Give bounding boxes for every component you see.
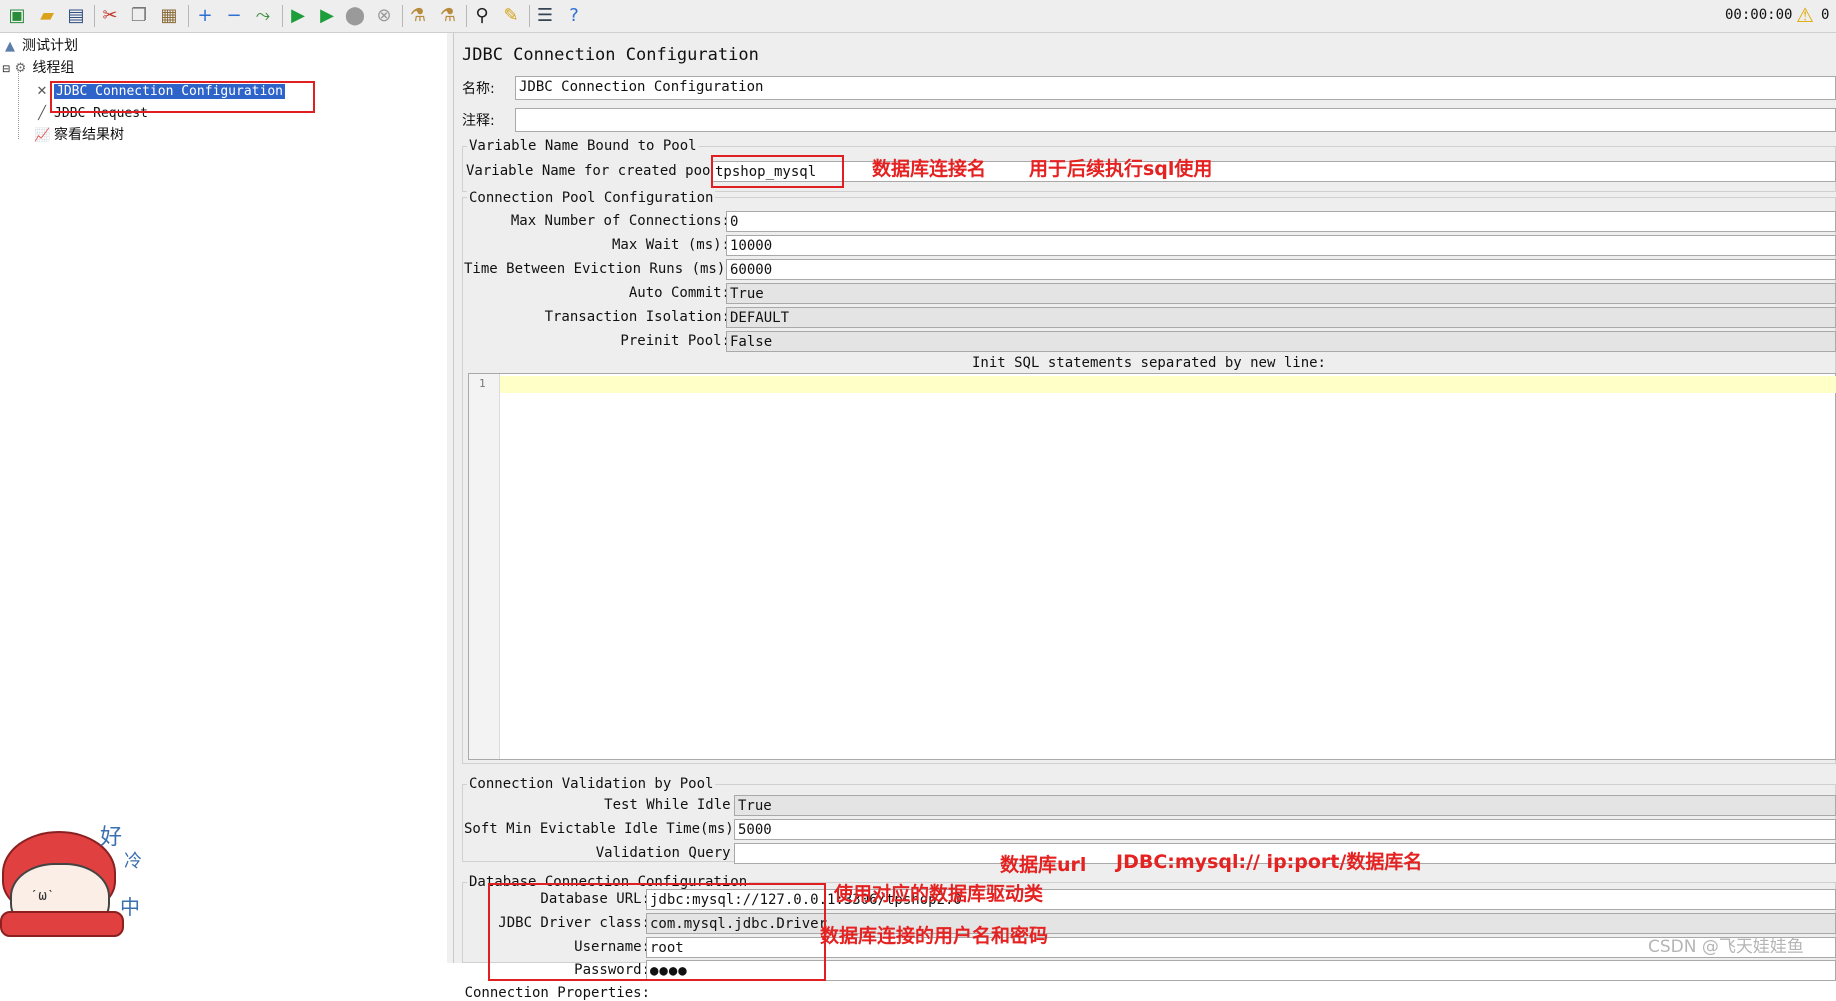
auto-commit-select[interactable]: True xyxy=(726,283,1836,304)
annotation-driver: 使用对应的数据库驱动类 xyxy=(834,883,1044,905)
comment-field[interactable] xyxy=(515,108,1836,132)
soft-min-idle-field[interactable]: 5000 xyxy=(734,819,1836,840)
config-element-icon: ✕ xyxy=(36,84,48,99)
connection-pool-title: Connection Pool Configuration xyxy=(467,190,716,206)
test-plan-icon: ▲ xyxy=(5,39,15,54)
annotation-url-format: JDBC:mysql:// ip:port/数据库名 xyxy=(1116,851,1423,873)
toolbar: ▣ ▰ ▤ ✂ ❐ ▦ + − ⤳ ▶ ▶ ⬤ ⊗ ⚗ ⚗ ⚲ ✎ ☰ ? 00… xyxy=(0,0,1836,33)
highlight-box-db xyxy=(488,883,826,981)
tree-node-thread-group[interactable]: ⊟ ⚙ 线程组 xyxy=(2,57,74,79)
transaction-isolation-label: Transaction Isolation: xyxy=(544,309,730,325)
function-helper-icon[interactable]: ☰ xyxy=(533,4,557,28)
init-sql-label: Init SQL statements separated by new lin… xyxy=(971,355,1326,371)
highlight-box-tree xyxy=(50,81,315,113)
name-label: 名称: xyxy=(462,81,495,97)
watermark: CSDN @飞天娃娃鱼 xyxy=(1648,937,1804,957)
validation-query-label: Validation Query: xyxy=(595,845,739,861)
validation-title: Connection Validation by Pool xyxy=(467,776,716,792)
paste-icon[interactable]: ▦ xyxy=(157,4,181,28)
connection-properties-label: Connection Properties: xyxy=(464,985,650,1001)
tree-node-test-plan[interactable]: ▲ 测试计划 xyxy=(2,35,78,57)
help-icon[interactable]: ? xyxy=(562,4,586,28)
config-panel: JDBC Connection Configuration 名称: JDBC C… xyxy=(454,33,1836,1001)
transaction-isolation-select[interactable]: DEFAULT xyxy=(726,307,1836,328)
gear-icon: ⚙ xyxy=(14,61,27,76)
comment-label: 注释: xyxy=(462,113,495,129)
copy-icon[interactable]: ❐ xyxy=(127,4,151,28)
shutdown-icon[interactable]: ⊗ xyxy=(372,4,396,28)
eviction-runs-field[interactable]: 60000 xyxy=(726,259,1836,280)
clear-all-icon[interactable]: ⚗ xyxy=(436,4,460,28)
collapse-toggle-icon[interactable]: ⊟ xyxy=(2,64,10,75)
search-icon[interactable]: ⚲ xyxy=(470,4,494,28)
highlight-box-pool xyxy=(711,155,844,188)
templates-icon[interactable]: ▣ xyxy=(5,4,29,28)
cut-icon[interactable]: ✂ xyxy=(98,4,122,28)
open-icon[interactable]: ▰ xyxy=(35,4,59,28)
annotation-db-url: 数据库url xyxy=(1000,854,1087,876)
max-wait-field[interactable]: 10000 xyxy=(726,235,1836,256)
name-field[interactable]: JDBC Connection Configuration xyxy=(515,76,1836,100)
current-line-highlight xyxy=(500,376,1836,393)
max-wait-label: Max Wait (ms): xyxy=(611,237,730,253)
test-while-idle-label: Test While Idle: xyxy=(604,797,739,813)
pane-splitter[interactable] xyxy=(447,33,454,963)
tree-node-results-tree[interactable]: 📈 察看结果树 xyxy=(34,124,124,146)
eviction-runs-label: Time Between Eviction Runs (ms): xyxy=(464,261,734,277)
init-sql-editor[interactable]: 1 xyxy=(468,373,1836,760)
line-number: 1 xyxy=(479,377,486,390)
max-connections-field[interactable]: 0 xyxy=(726,211,1836,232)
save-icon[interactable]: ▤ xyxy=(64,4,88,28)
reset-search-icon[interactable]: ✎ xyxy=(499,4,523,28)
collapse-icon[interactable]: − xyxy=(222,4,246,28)
pool-var-label: Variable Name for created pool xyxy=(466,163,719,179)
test-while-idle-select[interactable]: True xyxy=(734,795,1836,816)
preinit-pool-label: Preinit Pool: xyxy=(620,333,730,349)
max-connections-label: Max Number of Connections: xyxy=(510,213,730,229)
start-icon[interactable]: ▶ xyxy=(286,4,310,28)
warning-icon[interactable]: ⚠ xyxy=(1796,3,1814,27)
elapsed-timer: 00:00:00 xyxy=(1725,7,1793,23)
test-plan-tree: ▲ 测试计划 ⊟ ⚙ 线程组 ✕ JDBC Connection Configurati… xyxy=(0,33,448,963)
decorative-sticker: ˊωˋ 好 冷 中 xyxy=(0,793,160,963)
preinit-pool-select[interactable]: False xyxy=(726,331,1836,352)
auto-commit-label: Auto Commit: xyxy=(628,285,730,301)
soft-min-idle-label: Soft Min Evictable Idle Time(ms): xyxy=(464,821,743,837)
listener-icon: 📈 xyxy=(34,128,51,143)
toggle-icon[interactable]: ⤳ xyxy=(251,4,275,28)
clear-icon[interactable]: ⚗ xyxy=(406,4,430,28)
annotation-pool-name: 数据库连接名 xyxy=(872,158,987,180)
annotation-credentials: 数据库连接的用户名和密码 xyxy=(820,925,1049,947)
start-no-pauses-icon[interactable]: ▶ xyxy=(315,4,339,28)
annotation-pool-usage: 用于后续执行sql使用 xyxy=(1029,158,1213,180)
stop-icon[interactable]: ⬤ xyxy=(343,4,367,28)
page-title: JDBC Connection Configuration xyxy=(462,45,759,65)
expand-icon[interactable]: + xyxy=(193,4,217,28)
warning-count: 0 xyxy=(1821,7,1830,23)
pool-binding-title: Variable Name Bound to Pool xyxy=(467,138,699,154)
sampler-icon: ╱ xyxy=(38,106,46,121)
